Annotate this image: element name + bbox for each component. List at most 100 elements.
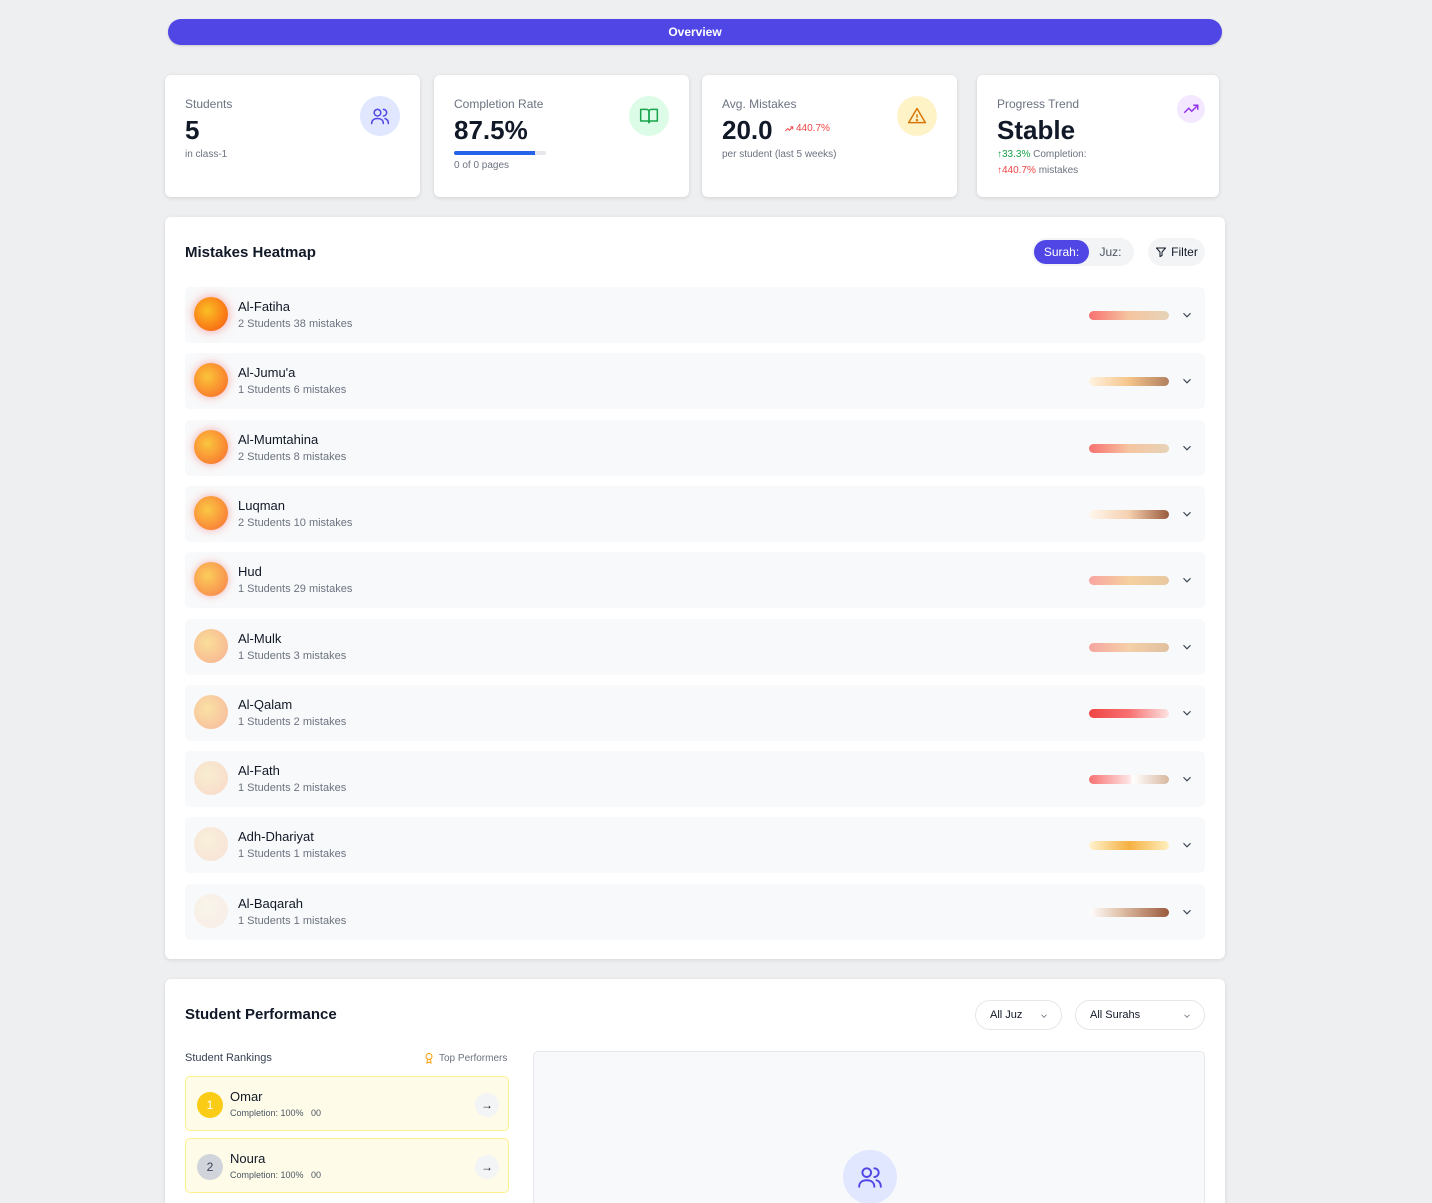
- student-meta: Completion: 100% 00: [230, 1170, 322, 1180]
- completion-sub: 0 of 0 pages: [454, 160, 510, 171]
- trend-value: Stable: [997, 115, 1076, 145]
- completion-card: Completion Rate 87.5% 0 of 0 pages: [434, 75, 689, 197]
- surah-name: Adh-Dhariyat: [238, 829, 314, 845]
- completion-progress-fill: [454, 151, 535, 155]
- mistakes-distribution-bar: [1089, 311, 1169, 320]
- mistakes-distribution-bar: [1089, 841, 1169, 851]
- student-rank-card[interactable]: 2 Noura Completion: 100% 00 →: [185, 1138, 509, 1193]
- alert-triangle-icon: [897, 96, 937, 136]
- mistakes-distribution-bar: [1089, 708, 1169, 718]
- surah-select-value: All Surahs: [1090, 1009, 1141, 1021]
- students-card: Students 5 in class-1: [165, 75, 420, 197]
- rank-badge: 2: [197, 1154, 223, 1180]
- overview-tab-bar[interactable]: Overview: [168, 19, 1222, 45]
- surah-meta: 1 Students 2 mistakes: [238, 715, 347, 728]
- surah-meta: 2 Students 8 mistakes: [238, 450, 347, 463]
- heatmap-row[interactable]: Al-Mumtahina 2 Students 8 mistakes: [185, 419, 1205, 476]
- student-name: Omar: [230, 1089, 263, 1104]
- student-performance-panel: Student Performance All Juz All Surahs S…: [165, 979, 1225, 1203]
- mistakes-distribution-bar: [1089, 377, 1169, 387]
- surah-toggle-option[interactable]: Surah:: [1034, 240, 1089, 264]
- mistakes-value: 20.0: [722, 115, 773, 145]
- juz-select-value: All Juz: [990, 1009, 1023, 1021]
- heatmap-row[interactable]: Al-Baqarah 1 Students 1 mistakes: [185, 883, 1205, 940]
- surah-name: Al-Jumu'a: [238, 365, 296, 381]
- heatmap-row[interactable]: Al-Qalam 1 Students 2 mistakes: [185, 684, 1205, 741]
- chevron-down-icon[interactable]: [1180, 573, 1194, 587]
- juz-select[interactable]: All Juz: [975, 1000, 1062, 1030]
- completion-label: Completion Rate: [454, 97, 544, 111]
- students-sub: in class-1: [185, 149, 228, 160]
- trending-up-icon: [1177, 95, 1205, 123]
- performance-title: Student Performance: [185, 1006, 337, 1023]
- mistakes-card: Avg. Mistakes 20.0 440.7% per student (l…: [702, 75, 957, 197]
- filter-label: Filter: [1171, 245, 1198, 259]
- surah-name: Hud: [238, 564, 262, 580]
- mistakes-sub: per student (last 5 weeks): [722, 149, 837, 160]
- arrow-right-icon[interactable]: →: [475, 1093, 499, 1117]
- surah-name: Luqman: [238, 497, 285, 513]
- mistakes-heatmap-panel: Mistakes Heatmap Surah: Juz: Filter Al-F…: [165, 217, 1225, 959]
- intensity-indicator: [194, 893, 228, 928]
- students-value: 5: [185, 115, 200, 145]
- users-icon: [843, 1150, 897, 1203]
- surah-name: Al-Baqarah: [238, 895, 304, 911]
- surah-name: Al-Qalam: [238, 696, 293, 712]
- intensity-indicator: [194, 429, 228, 464]
- surah-meta: 2 Students 10 mistakes: [238, 516, 353, 529]
- student-rank-card[interactable]: 1 Omar Completion: 100% 00 →: [185, 1076, 509, 1131]
- award-icon: [425, 1053, 433, 1064]
- heatmap-row[interactable]: Hud 1 Students 29 mistakes: [185, 552, 1205, 609]
- rank-badge: 1: [197, 1092, 223, 1118]
- heatmap-row[interactable]: Adh-Dhariyat 1 Students 1 mistakes: [185, 817, 1205, 874]
- arrow-right-icon[interactable]: →: [475, 1155, 499, 1179]
- performance-chart-area: [533, 1051, 1205, 1203]
- filter-icon: [1156, 247, 1167, 257]
- surah-select[interactable]: All Surahs: [1075, 1000, 1205, 1030]
- filter-button[interactable]: Filter: [1148, 238, 1205, 266]
- top-performers-label: Top Performers: [423, 1051, 507, 1065]
- mistakes-distribution-bar: [1089, 642, 1169, 652]
- intensity-indicator: [194, 495, 228, 530]
- intensity-indicator: [194, 628, 228, 663]
- juz-toggle-option[interactable]: Juz:: [1089, 240, 1132, 264]
- student-meta: Completion: 100% 00: [230, 1108, 322, 1118]
- chevron-down-icon[interactable]: [1180, 507, 1194, 521]
- surah-meta: 1 Students 6 mistakes: [238, 384, 347, 397]
- chevron-down-icon[interactable]: [1180, 706, 1194, 720]
- student-rankings-label: Student Rankings: [185, 1052, 272, 1064]
- chevron-down-icon[interactable]: [1180, 441, 1194, 455]
- mistakes-distribution-bar: [1089, 443, 1169, 453]
- chevron-down-icon[interactable]: [1180, 640, 1194, 654]
- chevron-down-icon[interactable]: [1180, 838, 1194, 852]
- heatmap-row[interactable]: Al-Jumu'a 1 Students 6 mistakes: [185, 353, 1205, 410]
- heatmap-row[interactable]: Al-Fatiha 2 Students 38 mistakes: [185, 287, 1205, 343]
- surah-name: Al-Mulk: [238, 630, 282, 646]
- surah-juz-toggle: Surah: Juz:: [1032, 238, 1134, 266]
- chevron-down-icon: [1184, 1014, 1190, 1018]
- heatmap-row[interactable]: Luqman 2 Students 10 mistakes: [185, 485, 1205, 542]
- heatmap-title: Mistakes Heatmap: [185, 244, 316, 261]
- overview-tab-label: Overview: [668, 25, 722, 39]
- chevron-down-icon[interactable]: [1180, 374, 1194, 388]
- heatmap-row[interactable]: Al-Fath 1 Students 2 mistakes: [185, 751, 1205, 808]
- intensity-indicator: [194, 761, 228, 796]
- book-open-icon: [629, 96, 669, 136]
- surah-meta: 2 Students 38 mistakes: [238, 318, 353, 330]
- intensity-indicator: [194, 694, 228, 729]
- surah-name: Al-Fatiha: [238, 299, 291, 314]
- chevron-down-icon[interactable]: [1180, 905, 1194, 919]
- mistakes-distribution-bar: [1089, 907, 1169, 917]
- chevron-down-icon[interactable]: [1180, 772, 1194, 786]
- heatmap-row[interactable]: Al-Mulk 1 Students 3 mistakes: [185, 618, 1205, 675]
- chevron-down-icon[interactable]: [1180, 308, 1194, 322]
- trend-mistakes-line: ↑440.7% mistakes: [997, 165, 1079, 176]
- mistakes-delta: 440.7%: [784, 123, 830, 134]
- surah-meta: 1 Students 1 mistakes: [238, 914, 347, 927]
- surah-meta: 1 Students 3 mistakes: [238, 649, 347, 662]
- trend-up-icon: [784, 125, 794, 131]
- users-icon: [360, 96, 400, 136]
- trend-label: Progress Trend: [997, 97, 1080, 111]
- mistakes-label: Avg. Mistakes: [722, 97, 797, 111]
- completion-value: 87.5%: [454, 115, 528, 145]
